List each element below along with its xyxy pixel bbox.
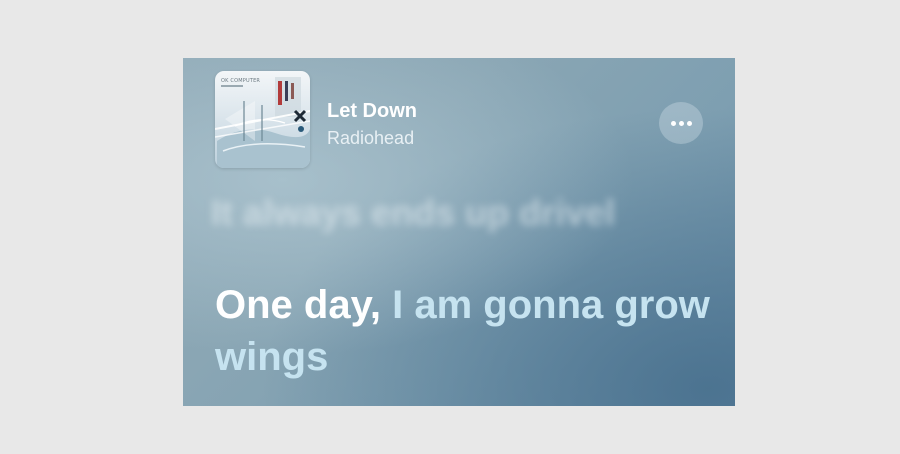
ellipsis-icon — [670, 120, 692, 126]
current-lyric-line[interactable]: One day, I am gonna grow wings — [215, 279, 725, 383]
current-lyric-sung: One day, — [215, 283, 381, 327]
dot — [678, 120, 684, 126]
artist-name[interactable]: Radiohead — [327, 126, 417, 150]
more-options-button[interactable] — [659, 102, 703, 144]
song-title[interactable]: Let Down — [327, 99, 417, 123]
album-art-image — [215, 77, 310, 168]
now-playing-lyrics-panel: OK COMPUTER Let Down Radiohead It always… — [183, 58, 735, 406]
track-info: Let Down Radiohead — [327, 99, 417, 150]
dot — [686, 120, 692, 126]
dot — [670, 120, 676, 126]
previous-lyric-line[interactable]: It always ends up drivel — [211, 192, 615, 234]
album-art[interactable]: OK COMPUTER — [215, 71, 310, 168]
